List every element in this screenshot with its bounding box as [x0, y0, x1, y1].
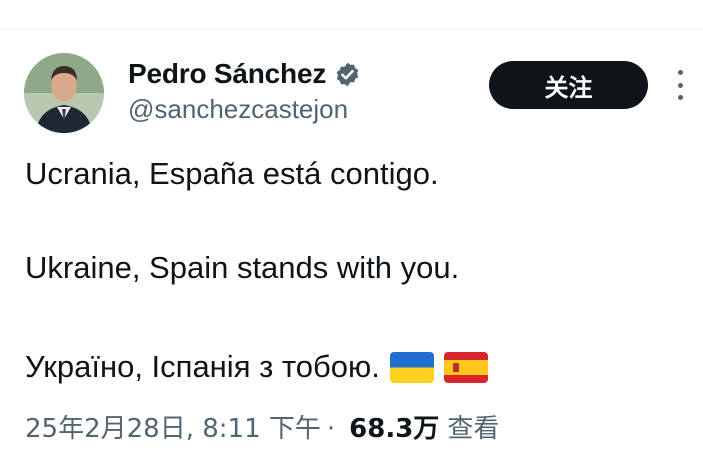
spain-flag	[443, 351, 488, 383]
tweet-text-ukrainian: Україно, Іспанія з тобою.	[25, 349, 380, 384]
more-dot	[677, 70, 683, 75]
meta-separator: ·	[326, 414, 336, 444]
tweet-timestamp[interactable]: 25年2月28日, 8:11 下午	[25, 408, 321, 445]
follow-button[interactable]: 关注	[489, 61, 648, 109]
avatar[interactable]	[24, 53, 104, 133]
more-dot	[677, 82, 683, 88]
more-dot	[677, 95, 683, 100]
views-label[interactable]: 查看	[447, 408, 499, 445]
author-handle[interactable]: @sanchezcastejon	[128, 94, 348, 125]
author-display-name[interactable]: Pedro Sánchez	[128, 58, 326, 90]
ukraine-flag	[389, 351, 434, 383]
verified-badge-icon	[334, 61, 361, 88]
more-vertical-icon[interactable]	[672, 70, 688, 100]
author-name-row: Pedro Sánchez	[128, 57, 361, 91]
top-divider	[0, 28, 703, 29]
views-count[interactable]: 68.3万	[349, 408, 439, 445]
tweet-text-ukrainian-row: Україно, Іспанія з тобою.	[25, 349, 488, 385]
tweet-text-spanish: Ucrania, España está contigo.	[25, 156, 439, 191]
tweet-meta: 25年2月28日, 8:11 下午 · 68.3万 查看	[25, 408, 499, 445]
tweet-card: Pedro Sánchez @sanchezcastejon 关注 Ucrani…	[0, 0, 703, 467]
tweet-text-english: Ukraine, Spain stands with you.	[25, 250, 460, 285]
